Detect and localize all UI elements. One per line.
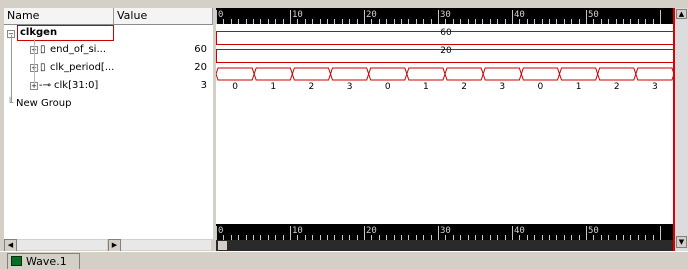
bus-value-end-of-sim: 60 [440, 28, 452, 38]
scroll-down-button[interactable]: ▼ [676, 236, 687, 248]
bus-clk [216, 67, 675, 81]
ruler-tick [512, 226, 513, 240]
signal-row-end-of-sim[interactable]: + ▯ end_of_si... 60 [4, 41, 213, 59]
signal-value: 3 [200, 80, 207, 91]
bus-value-clk: 0 [384, 82, 391, 92]
signal-row-clk-period[interactable]: + ▯ clk_period[... 20 [4, 59, 213, 77]
ruler-tick [586, 10, 587, 24]
tree-guide-line [11, 35, 12, 103]
ruler-tick [216, 226, 217, 240]
clk-bus-segment [520, 67, 561, 81]
signal-tree: − clkgen + ▯ end_of_si... 60 + ▯ clk_per… [4, 25, 213, 238]
tree-guide-line [34, 39, 35, 84]
ruler-tick [586, 226, 587, 240]
signal-row-new-group[interactable]: └ New Group [4, 95, 213, 113]
signal-name: clk_period[... [50, 62, 115, 73]
tab-label: Wave.1 [26, 255, 67, 268]
bus-value-clk: 2 [308, 82, 315, 92]
bus-value-clk: 0 [537, 82, 544, 92]
bus-value-clk: 0 [232, 82, 238, 92]
ruler-tick [660, 10, 661, 24]
clk-bus-segment [558, 67, 599, 81]
signal-name: clk[31:0] [54, 80, 99, 91]
waveform-panel[interactable]: 0 10 20 30 40 50 60 20 0 1 2 3 0 1 2 3 0 1 2 3 0 10… [216, 8, 675, 251]
value-column-header[interactable]: Value [114, 8, 213, 24]
signal-list-horizontal-scrollbar[interactable]: ◀ ▶ [4, 238, 213, 252]
ruler-tick [290, 10, 291, 24]
ruler-tick [364, 10, 365, 24]
clk-bus-segment [597, 67, 637, 81]
waveform-vertical-scrollbar[interactable]: ▲ ▼ [675, 8, 688, 251]
ruler-tick [438, 10, 439, 24]
bus-value-clk: 2 [461, 82, 467, 92]
clk-bus-segment [291, 67, 332, 81]
signal-name: end_of_si... [50, 44, 107, 55]
signal-value: 60 [194, 44, 207, 55]
signal-name: clkgen [17, 25, 114, 41]
ruler-tick [364, 226, 365, 240]
bus-value-clk: 3 [346, 82, 353, 92]
clk-bus-segment [368, 67, 408, 81]
ruler-tick [660, 226, 661, 240]
clk-bus-segment [635, 67, 675, 81]
signal-row-clk[interactable]: + -⊸ clk[31:0] 3 [4, 77, 213, 95]
waveform-horizontal-scrollbar[interactable] [216, 240, 675, 251]
tab-wave-1[interactable]: Wave.1 [7, 253, 80, 269]
value-scroll-track[interactable] [121, 240, 211, 250]
window-tab-bar [0, 251, 688, 269]
clk-bus-segment [329, 67, 370, 81]
signal-list-header: Name Value [4, 8, 213, 25]
time-ruler-top: 0 10 20 30 40 50 [216, 8, 675, 24]
bus-value-clk: 1 [423, 82, 429, 92]
signal-value: 20 [194, 62, 207, 73]
bus-value-clk: 1 [575, 82, 582, 92]
ruler-tick [438, 226, 439, 240]
bus-value-clk: 2 [613, 82, 620, 92]
register-icon: ▯ [40, 62, 46, 73]
clk-bus-segment [406, 67, 446, 81]
clk-bus-segment [482, 67, 522, 81]
clk-bus-segment [253, 67, 293, 81]
scroll-up-button[interactable]: ▲ [676, 9, 687, 19]
time-ruler-bottom: 0 10 20 30 40 50 [216, 224, 675, 240]
wave-window-icon [11, 256, 22, 266]
clk-bus-segment [216, 67, 255, 81]
bus-value-clk: 1 [270, 82, 277, 92]
group-name: New Group [16, 98, 72, 109]
wave-scroll-left-button[interactable] [218, 241, 227, 250]
bus-value-clk: 3 [499, 82, 506, 92]
ruler-tick [512, 10, 513, 24]
ruler-tick [216, 10, 217, 24]
register-icon: ▯ [40, 44, 46, 55]
ruler-tick [290, 226, 291, 240]
bus-value-clk-period: 20 [440, 46, 452, 56]
output-port-icon: -⊸ [39, 80, 51, 91]
clk-bus-segment [444, 67, 484, 81]
bus-value-clk: 3 [652, 82, 658, 92]
name-column-header[interactable]: Name [4, 8, 114, 24]
scroll-track[interactable] [17, 240, 107, 250]
